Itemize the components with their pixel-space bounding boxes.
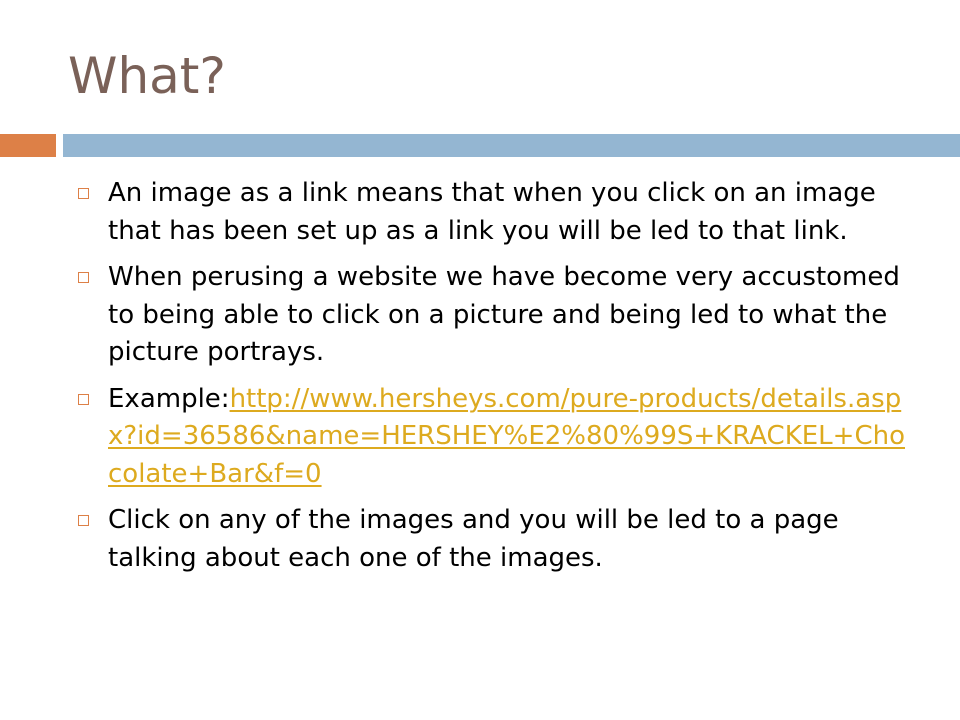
bullet-text: When perusing a website we have become v… [108, 262, 900, 367]
example-label: Example: [108, 383, 230, 414]
bullet-text: An image as a link means that when you c… [108, 178, 876, 246]
slide-title: What? [68, 47, 226, 105]
accent-bar-blue [63, 134, 960, 157]
bullet-item-click-images: Click on any of the images and you will … [74, 502, 914, 577]
bullet-list: An image as a link means that when you c… [74, 175, 914, 586]
hollow-square-bullet-icon [78, 272, 89, 283]
bullet-text: Click on any of the images and you will … [108, 505, 839, 573]
bullet-item-example: Example:http://www.hersheys.com/pure-pro… [74, 381, 914, 494]
accent-bar-orange [0, 134, 56, 157]
bullet-item-website-habit: When perusing a website we have become v… [74, 259, 914, 372]
bullet-item-image-link-definition: An image as a link means that when you c… [74, 175, 914, 250]
hollow-square-bullet-icon [78, 515, 89, 526]
hollow-square-bullet-icon [78, 393, 89, 405]
hollow-square-bullet-icon [78, 188, 89, 199]
